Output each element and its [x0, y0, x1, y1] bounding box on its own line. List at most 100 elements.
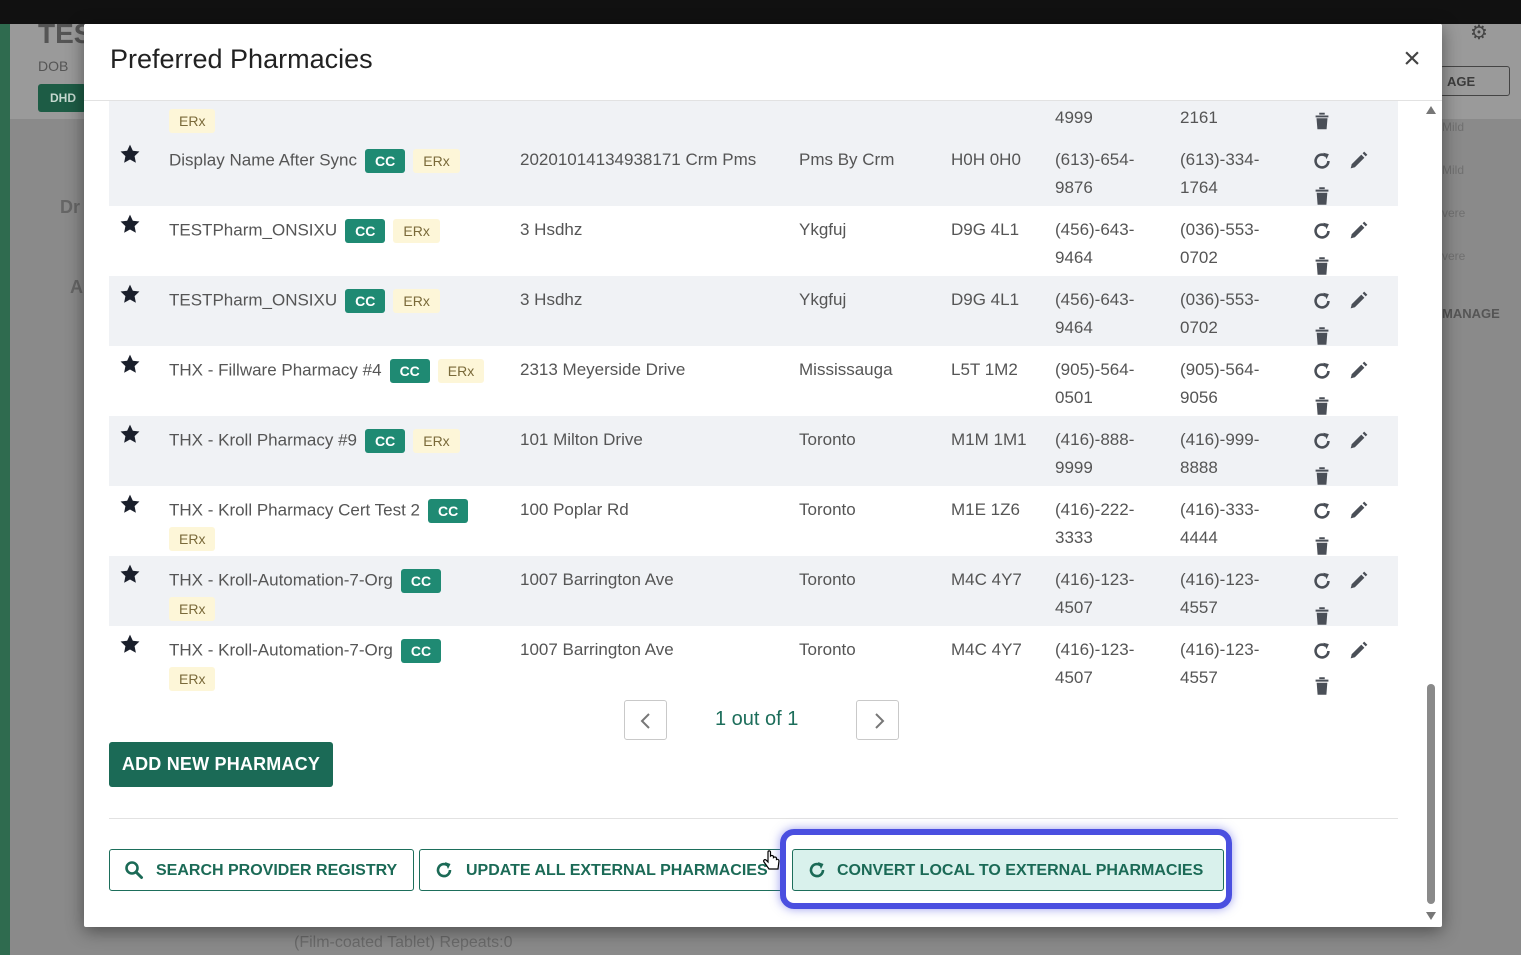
fax-cell: (416)-999- 8888 — [1180, 426, 1298, 482]
star-icon[interactable] — [119, 493, 141, 515]
hand-cursor-icon — [763, 850, 780, 870]
trash-icon[interactable] — [1311, 395, 1333, 417]
convert-local-to-external-pharmacies-button[interactable]: CONVERT LOCAL TO EXTERNAL PHARMACIES — [792, 849, 1224, 891]
fax-line-1: (036)-553- — [1180, 290, 1260, 309]
scrollbar-thumb[interactable] — [1427, 684, 1435, 904]
cc-badge: CC — [400, 638, 442, 663]
fax-line-2: 0702 — [1180, 318, 1218, 337]
phone-line-1: (905)-564- — [1055, 360, 1135, 379]
city-cell: Toronto — [799, 640, 856, 659]
star-icon[interactable] — [119, 143, 141, 165]
scroll-down-arrow-icon[interactable] — [1426, 912, 1436, 920]
table-row: THX - Fillware Pharmacy #4 CC ERx 2313 Meye… — [109, 346, 1398, 416]
star-icon[interactable] — [119, 423, 141, 445]
cc-badge: CC — [365, 148, 406, 173]
pencil-icon[interactable] — [1347, 290, 1369, 312]
cc-badge: CC — [365, 428, 406, 453]
refresh-icon[interactable] — [1311, 290, 1333, 312]
modal-scrollbar[interactable] — [1422, 102, 1440, 924]
row-actions — [1309, 430, 1379, 486]
refresh-icon[interactable] — [1311, 640, 1333, 662]
refresh-icon[interactable] — [1311, 360, 1333, 382]
pharmacy-name: THX - Kroll-Automation-7-Org — [169, 640, 393, 660]
update-all-external-pharmacies-button[interactable]: UPDATE ALL EXTERNAL PHARMACIES — [419, 849, 783, 891]
chevron-right-icon — [875, 713, 885, 729]
star-icon[interactable] — [119, 283, 141, 305]
star-icon[interactable] — [119, 353, 141, 375]
address-cell: 1007 Barrington Ave — [520, 570, 674, 589]
preferred-pharmacies-modal: Preferred Pharmacies × ERx 4999 2161 Dis… — [84, 24, 1442, 927]
pharmacy-name: TESTPharm_ONSIXU — [169, 220, 338, 240]
phone-line-2: 9464 — [1055, 318, 1093, 337]
pencil-icon[interactable] — [1347, 570, 1369, 592]
trash-icon[interactable] — [1311, 535, 1333, 557]
erx-badge: ERx — [169, 108, 216, 133]
row-actions — [1309, 290, 1379, 346]
star-icon[interactable] — [119, 563, 141, 585]
star-icon[interactable] — [119, 633, 141, 655]
fax-line-1: (613)-334- — [1180, 150, 1260, 169]
city-cell: Toronto — [799, 500, 856, 519]
add-new-pharmacy-button[interactable]: ADD NEW PHARMACY — [109, 742, 333, 787]
postal-code-cell: H0H 0H0 — [951, 150, 1021, 169]
pencil-icon[interactable] — [1347, 220, 1369, 242]
trash-icon[interactable] — [1311, 465, 1333, 487]
refresh-icon[interactable] — [1311, 220, 1333, 242]
address-cell: 3 Hsdhz — [520, 290, 583, 309]
pharmacy-name-cell: TESTPharm_ONSIXU CC ERx — [169, 216, 509, 245]
city-cell: Pms By Crm — [799, 150, 895, 169]
fax-line-1: (416)-999- — [1180, 430, 1260, 449]
pencil-icon[interactable] — [1347, 500, 1369, 522]
pagination-next-button[interactable] — [856, 700, 899, 740]
phone-cell: (905)-564- 0501 — [1055, 356, 1173, 412]
gear-icon: ⚙ — [1470, 24, 1488, 44]
background-chip: DHD — [38, 84, 86, 112]
scroll-up-arrow-icon[interactable] — [1426, 106, 1436, 114]
fax-cell: (416)-123- 4557 — [1180, 636, 1298, 692]
trash-icon[interactable] — [1311, 675, 1333, 697]
pharmacy-name: THX - Kroll Pharmacy #9 — [169, 430, 357, 450]
search-provider-registry-button[interactable]: SEARCH PROVIDER REGISTRY — [109, 849, 414, 891]
phone-line-1: (456)-643- — [1055, 290, 1135, 309]
pencil-icon[interactable] — [1347, 640, 1369, 662]
trash-icon[interactable] — [1311, 325, 1333, 347]
fax-line-2: 9056 — [1180, 388, 1218, 407]
pencil-icon[interactable] — [1347, 360, 1369, 382]
close-icon[interactable]: × — [1397, 44, 1427, 76]
pagination-prev-button[interactable] — [624, 700, 667, 740]
erx-badge: ERx — [413, 428, 460, 453]
phone-line-2: 4507 — [1055, 598, 1093, 617]
trash-icon[interactable] — [1311, 185, 1333, 207]
background-section-label: A — [70, 277, 83, 297]
table-row: THX - Kroll-Automation-7-Org CC ERx 1007 Ba… — [109, 626, 1398, 696]
city-cell: Ykgfuj — [799, 290, 847, 309]
phone-line-1: (416)-222- — [1055, 500, 1135, 519]
pharmacy-name-cell: THX - Fillware Pharmacy #4 CC ERx — [169, 356, 509, 385]
fax-line-2: 4444 — [1180, 528, 1218, 547]
trash-icon[interactable] — [1311, 605, 1333, 627]
refresh-icon[interactable] — [1311, 430, 1333, 452]
trash-icon[interactable] — [1311, 255, 1333, 277]
modal-body: ERx 4999 2161 Display Name After Sync CC E… — [84, 101, 1442, 927]
phone-line-2: 9999 — [1055, 458, 1093, 477]
fax-line-1: (416)-333- — [1180, 500, 1260, 519]
cc-badge: CC — [345, 288, 386, 313]
refresh-icon[interactable] — [1311, 570, 1333, 592]
phone-cell: (416)-222- 3333 — [1055, 496, 1173, 552]
footer-divider — [109, 818, 1398, 819]
trash-icon[interactable] — [1311, 110, 1333, 132]
phone-line-2: 0501 — [1055, 388, 1093, 407]
pencil-icon[interactable] — [1347, 430, 1369, 452]
update-all-external-pharmacies-label: UPDATE ALL EXTERNAL PHARMACIES — [466, 862, 768, 879]
erx-badge: ERx — [413, 148, 460, 173]
phone-line-1: (416)-123- — [1055, 640, 1135, 659]
pharmacy-name-cell: THX - Kroll-Automation-7-Org CC ERx — [169, 566, 509, 623]
table-row: THX - Kroll-Automation-7-Org CC ERx 1007 Ba… — [109, 556, 1398, 626]
refresh-icon[interactable] — [1311, 150, 1333, 172]
star-icon[interactable] — [119, 213, 141, 235]
modal-header: Preferred Pharmacies × — [84, 24, 1442, 101]
refresh-icon[interactable] — [1311, 500, 1333, 522]
pencil-icon[interactable] — [1347, 150, 1369, 172]
background-bottom-text: (Film-coated Tablet) Repeats:0 — [294, 934, 513, 951]
pharmacy-name-cell: THX - Kroll Pharmacy #9 CC ERx — [169, 426, 509, 455]
